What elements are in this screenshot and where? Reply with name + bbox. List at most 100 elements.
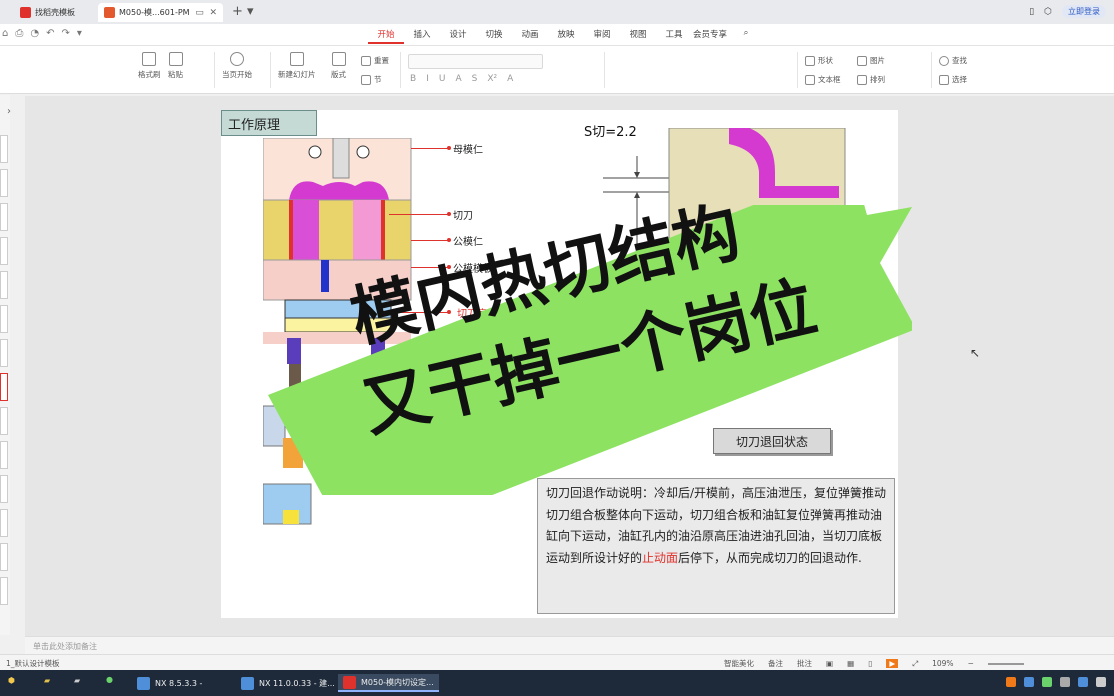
tray-volume-icon[interactable] (1060, 677, 1070, 687)
format-painter-button[interactable]: 格式刷 (138, 52, 161, 80)
chevron-right-icon[interactable]: › (7, 106, 11, 117)
slide-thumbnail[interactable] (0, 203, 8, 231)
preview-icon[interactable]: ◔ (30, 28, 39, 39)
slide-thumbnail[interactable] (0, 135, 8, 163)
paste-button[interactable]: 粘贴 (168, 52, 183, 80)
tab-presentation[interactable]: M050-模...601-PM ▭ ✕ (98, 3, 223, 22)
slide-thumbnail[interactable] (0, 305, 8, 333)
play-from-current-button[interactable]: 当页开始 (222, 52, 252, 80)
zoom-level[interactable]: 109% (932, 659, 953, 668)
normal-view-icon[interactable]: ▣ (826, 659, 833, 668)
slide-thumbnail[interactable] (0, 237, 8, 265)
select-button[interactable]: 选择 (939, 74, 967, 85)
layout-label: 版式 (331, 70, 346, 79)
tab-tools[interactable]: 工具 (656, 28, 692, 44)
slide-thumbnail[interactable] (0, 339, 8, 367)
tab-label: 找稻壳模板 (35, 8, 75, 17)
shape-button[interactable]: 形状 (805, 55, 833, 66)
find-button[interactable]: 查找 (939, 55, 967, 66)
tray-wifi-icon[interactable] (1078, 677, 1088, 687)
tray-network-icon[interactable] (1024, 677, 1034, 687)
font-color-icon[interactable]: A (455, 74, 461, 84)
strike-icon[interactable]: S (472, 74, 478, 84)
slide-thumbnail[interactable] (0, 441, 8, 469)
font-name-select[interactable] (408, 54, 543, 69)
section-icon (361, 74, 371, 85)
tray-app-icon[interactable] (1006, 677, 1016, 687)
divider (214, 52, 215, 88)
play-icon[interactable]: ▶ (886, 659, 899, 668)
slide-thumbnail[interactable] (0, 169, 8, 197)
superscript-icon[interactable]: X² (487, 74, 497, 84)
cursor-icon: ↖ (970, 346, 981, 360)
new-slide-button[interactable]: 新建幻灯片 (278, 52, 316, 80)
divider (604, 52, 605, 88)
tab-review[interactable]: 审阅 (584, 28, 620, 44)
tab-home[interactable]: 开始 (368, 28, 404, 44)
new-tab-icon[interactable]: + ▾ (232, 4, 254, 19)
taskbar-item-nx85[interactable]: NX 8.5.3.3 - (132, 674, 207, 692)
notes-pane[interactable]: 单击此处添加备注 (25, 636, 1114, 654)
divider (400, 52, 401, 88)
tab-insert[interactable]: 插入 (404, 28, 440, 44)
comment-button[interactable]: 批注 (797, 658, 812, 669)
tray-clock-icon[interactable] (1096, 677, 1106, 687)
cube-icon[interactable]: ⬡ (1044, 7, 1052, 17)
smart-beautify-button[interactable]: 智能美化 (724, 658, 754, 669)
search-icon[interactable]: ⌕ (728, 28, 764, 44)
undo-icon[interactable]: ↶ (46, 28, 54, 39)
tray-wechat-icon[interactable] (1042, 677, 1052, 687)
tab-transition[interactable]: 切换 (476, 28, 512, 44)
start-icon[interactable]: ⬢ (8, 676, 15, 685)
slide-thumbnail[interactable] (0, 543, 8, 571)
tab-design[interactable]: 设计 (440, 28, 476, 44)
italic-icon[interactable]: I (426, 74, 429, 84)
desktop-icon[interactable]: ▰ (74, 676, 80, 685)
close-icon[interactable]: ✕ (209, 8, 217, 18)
section-label: 节 (374, 75, 382, 84)
slide-thumbnail[interactable] (0, 475, 8, 503)
save-icon[interactable]: ⌂ (2, 28, 8, 39)
slide-thumbnail[interactable] (0, 271, 8, 299)
taskbar-item-wps[interactable]: M050-模内切设定... (338, 674, 439, 692)
taskbar-item-nx11[interactable]: NX 11.0.0.33 - 建... (236, 674, 340, 692)
ribbon-toolbar: 格式刷 粘贴 当页开始 新建幻灯片 版式 重置 节 B I U A S X² A… (0, 46, 1114, 94)
arrange-icon (857, 74, 867, 85)
section-button[interactable]: 节 (361, 74, 382, 85)
zoom-out-icon[interactable]: − (968, 659, 974, 668)
more-icon[interactable]: ▾ (77, 28, 82, 39)
arrange-button[interactable]: 排列 (857, 74, 885, 85)
layout-button[interactable]: 版式 (331, 52, 346, 80)
highlight-icon[interactable]: A (507, 74, 513, 84)
slide-thumbnail[interactable] (0, 577, 8, 605)
bold-icon[interactable]: B (410, 74, 416, 84)
login-button[interactable]: 立即登录 (1062, 5, 1106, 18)
format-painter-label: 格式刷 (138, 70, 161, 79)
slide-thumbnail[interactable] (0, 407, 8, 435)
fit-icon[interactable]: ⤢ (912, 659, 918, 669)
tab-docer-templates[interactable]: 找稻壳模板 (14, 3, 94, 22)
file-explorer-icon[interactable]: ▰ (44, 676, 50, 685)
tab-member[interactable]: 会员专享 (692, 28, 728, 44)
tab-view[interactable]: 视图 (620, 28, 656, 44)
reset-icon (361, 55, 371, 66)
zoom-slider[interactable] (987, 662, 1024, 665)
find-icon (939, 55, 949, 66)
monitor-icon[interactable]: ▭ (195, 8, 204, 18)
quick-access-toolbar: ⌂ ⎙ ◔ ↶ ↷ ▾ (2, 28, 82, 39)
reading-view-icon[interactable]: ▯ (868, 659, 872, 668)
textbox-button[interactable]: 文本框 (805, 74, 841, 85)
tab-animation[interactable]: 动画 (512, 28, 548, 44)
slide-thumbnail-active[interactable] (0, 373, 8, 401)
slide-thumbnail[interactable] (0, 509, 8, 537)
notes-button[interactable]: 备注 (768, 658, 783, 669)
picture-button[interactable]: 图片 (857, 55, 885, 66)
print-icon[interactable]: ⎙ (15, 28, 23, 39)
sorter-view-icon[interactable]: ▦ (847, 659, 854, 668)
layout-icon[interactable]: ▯ (1029, 7, 1034, 17)
reset-button[interactable]: 重置 (361, 55, 389, 66)
underline-icon[interactable]: U (439, 74, 446, 84)
tab-slideshow[interactable]: 放映 (548, 28, 584, 44)
app-green-icon[interactable]: ● (106, 675, 113, 684)
redo-icon[interactable]: ↷ (61, 28, 69, 39)
